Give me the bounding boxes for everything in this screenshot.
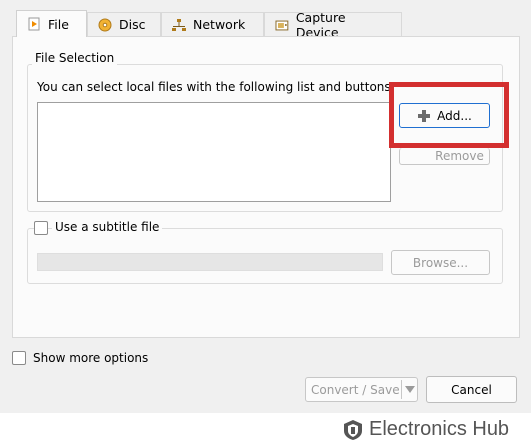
file-selection-description: You can select local files with the foll… bbox=[37, 80, 395, 94]
cancel-button[interactable]: Cancel bbox=[426, 376, 517, 403]
tab-capture-device-label: Capture Device bbox=[295, 9, 346, 40]
watermark: Electronics Hub bbox=[343, 418, 509, 441]
tab-file[interactable]: File bbox=[16, 10, 87, 37]
use-subtitle-checkbox[interactable] bbox=[34, 221, 48, 235]
electronics-hub-logo bbox=[344, 419, 362, 440]
file-list[interactable] bbox=[37, 102, 391, 202]
tab-capture-device[interactable]: Capture Device bbox=[264, 10, 402, 40]
tab-network[interactable]: Network bbox=[161, 12, 264, 36]
disc-icon bbox=[98, 18, 112, 31]
convert-save-button[interactable]: Convert / Save bbox=[305, 377, 418, 402]
use-subtitle-label: Use a subtitle file bbox=[52, 220, 163, 234]
file-media-icon bbox=[28, 17, 40, 31]
subtitle-path-field[interactable] bbox=[37, 253, 383, 271]
network-icon bbox=[172, 18, 186, 31]
remove-button[interactable]: Remove bbox=[399, 148, 490, 165]
file-selection-legend: File Selection bbox=[32, 51, 118, 65]
browse-button-label: Browse... bbox=[412, 255, 469, 270]
tab-disc-label: Disc bbox=[119, 17, 146, 32]
browse-button[interactable]: Browse... bbox=[391, 250, 490, 275]
capture-device-icon bbox=[275, 20, 289, 30]
convert-save-label: Convert / Save bbox=[311, 382, 400, 397]
cancel-button-label: Cancel bbox=[451, 382, 492, 397]
remove-button-label: Remove bbox=[435, 149, 484, 163]
show-more-options-checkbox[interactable] bbox=[12, 351, 26, 365]
highlight-box bbox=[389, 82, 509, 148]
tab-file-label: File bbox=[48, 16, 69, 32]
show-more-options-label: Show more options bbox=[33, 351, 149, 365]
chevron-down-icon[interactable] bbox=[405, 386, 415, 394]
tab-disc[interactable]: Disc bbox=[87, 12, 161, 36]
watermark-text: Electronics Hub bbox=[369, 418, 510, 440]
tab-network-label: Network bbox=[193, 17, 246, 32]
